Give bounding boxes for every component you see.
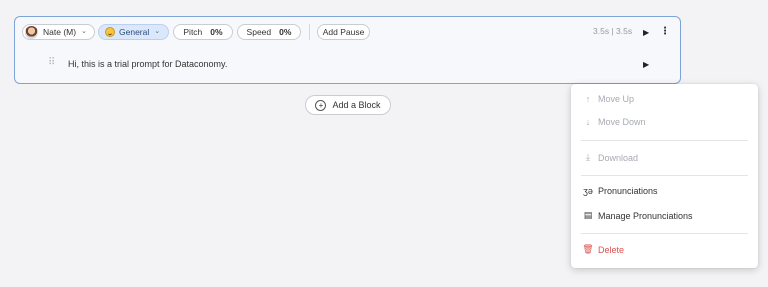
- speed-label: Speed: [246, 27, 272, 37]
- duration-readout: 3.5s | 3.5s: [593, 26, 633, 36]
- menu-divider: [581, 175, 748, 176]
- smiley-icon: [105, 27, 115, 37]
- pitch-label: Pitch: [183, 27, 203, 37]
- play-icon[interactable]: ▶: [643, 28, 649, 38]
- list-icon: ▤: [583, 210, 593, 220]
- menu-item-label: Delete: [598, 244, 625, 255]
- voice-avatar: [25, 25, 38, 39]
- chevron-down-icon: ⌄: [154, 28, 161, 35]
- chevron-down-icon: ⌄: [81, 28, 87, 35]
- pronunciation-icon: ʒə: [583, 186, 593, 196]
- arrow-up-icon: ↑: [585, 94, 591, 104]
- menu-divider: [581, 140, 748, 141]
- menu-item-manage-pronunciations[interactable]: ▤ Manage Pronunciations: [582, 210, 693, 221]
- voice-name: Nate (M): [43, 27, 77, 37]
- more-options-icon[interactable]: ⋮: [660, 27, 670, 37]
- menu-divider: [581, 233, 748, 234]
- add-pause-label: Add Pause: [322, 27, 365, 37]
- style-name: General: [119, 27, 150, 37]
- drag-handle-icon[interactable]: ⠿: [48, 57, 55, 68]
- voice-selector[interactable]: Nate (M) ⌄: [22, 24, 95, 40]
- text-block[interactable]: Nate (M) ⌄ General ⌄ Pitch 0% Speed 0% A…: [14, 16, 681, 84]
- toolbar-divider: [309, 24, 310, 40]
- menu-item-delete[interactable]: 🗑 Delete: [582, 244, 624, 255]
- menu-item-move-up[interactable]: ↑ Move Up: [582, 94, 634, 104]
- add-block-button[interactable]: + Add a Block: [305, 95, 391, 115]
- add-pause-button[interactable]: Add Pause: [317, 24, 370, 40]
- play-line-icon[interactable]: ▶: [643, 60, 649, 70]
- speed-control[interactable]: Speed 0%: [237, 24, 301, 40]
- menu-item-label: Move Up: [598, 94, 635, 104]
- plus-icon: +: [315, 99, 327, 111]
- menu-item-pronunciations[interactable]: ʒə Pronunciations: [582, 186, 658, 196]
- menu-item-label: Manage Pronunciations: [598, 210, 693, 221]
- menu-item-download[interactable]: ⤓ Download: [582, 152, 638, 163]
- prompt-text[interactable]: Hi, this is a trial prompt for Dataconom…: [68, 59, 227, 69]
- pitch-value: 0%: [210, 27, 223, 37]
- speed-value: 0%: [279, 27, 292, 37]
- trash-icon: 🗑: [582, 244, 594, 254]
- block-options-menu: ↑ Move Up ↓ Move Down ⤓ Download ʒə Pron…: [571, 84, 758, 268]
- download-icon: ⤓: [586, 152, 590, 162]
- menu-item-label: Move Down: [598, 117, 646, 127]
- arrow-down-icon: ↓: [585, 117, 591, 127]
- menu-item-move-down[interactable]: ↓ Move Down: [582, 117, 646, 127]
- pitch-control[interactable]: Pitch 0%: [173, 24, 233, 40]
- style-selector[interactable]: General ⌄: [98, 24, 169, 40]
- add-block-label: Add a Block: [332, 100, 381, 110]
- menu-item-label: Pronunciations: [598, 186, 658, 196]
- menu-item-label: Download: [598, 152, 639, 163]
